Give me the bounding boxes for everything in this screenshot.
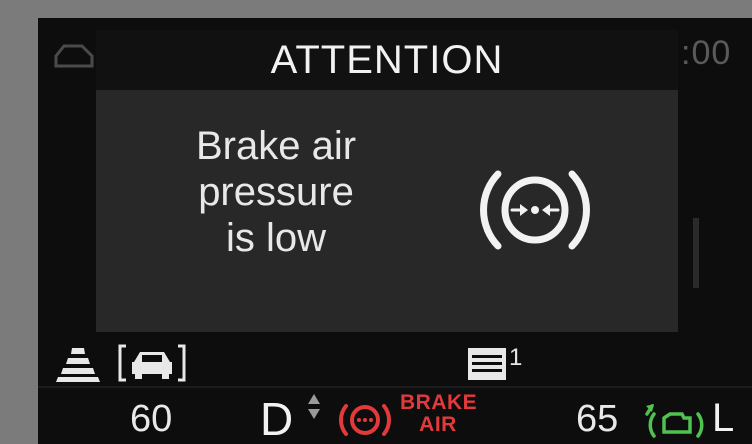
brake-air-label-line-1: BRAKE [400,391,478,414]
alert-message-line-3: is low [225,216,327,260]
clock-display: :00 [681,34,732,72]
status-row: 1 [38,334,752,386]
brake-air-pressure-icon [480,170,590,250]
vehicle-outline-icon [54,44,94,68]
lane-assist-icon [56,348,100,382]
alert-message: Brake air pressure is low [156,123,396,261]
brake-air-label-line-2: AIR [419,413,457,436]
alert-message-line-2: pressure [198,170,354,214]
popup-header: ATTENTION [96,30,678,90]
menu-count: 1 [509,344,523,371]
background-bar [693,218,699,288]
bottom-status-bar: 60 D BRAKE AIR 65 L [38,386,752,444]
engine-check-icon [645,404,704,438]
menu-list-icon [468,348,506,380]
instrument-display: :00 ATTENTION Brake air pressure is low [38,18,752,444]
popup-body: Brake air pressure is low [96,90,678,332]
speed-readout: 60 [130,398,173,440]
adaptive-cruise-car-icon [118,344,186,382]
alert-message-line-1: Brake air [195,124,357,168]
gear-indicator: D [260,393,294,444]
gear-shift-arrows-icon [308,394,320,419]
fuel-unit: L [712,396,735,440]
brake-warning-icon [338,404,392,436]
popup-title: ATTENTION [270,37,504,82]
fuel-readout: 65 [576,398,619,440]
attention-popup: ATTENTION Brake air pressure is low [96,30,678,332]
brake-air-warning-label: BRAKE AIR [400,391,478,436]
